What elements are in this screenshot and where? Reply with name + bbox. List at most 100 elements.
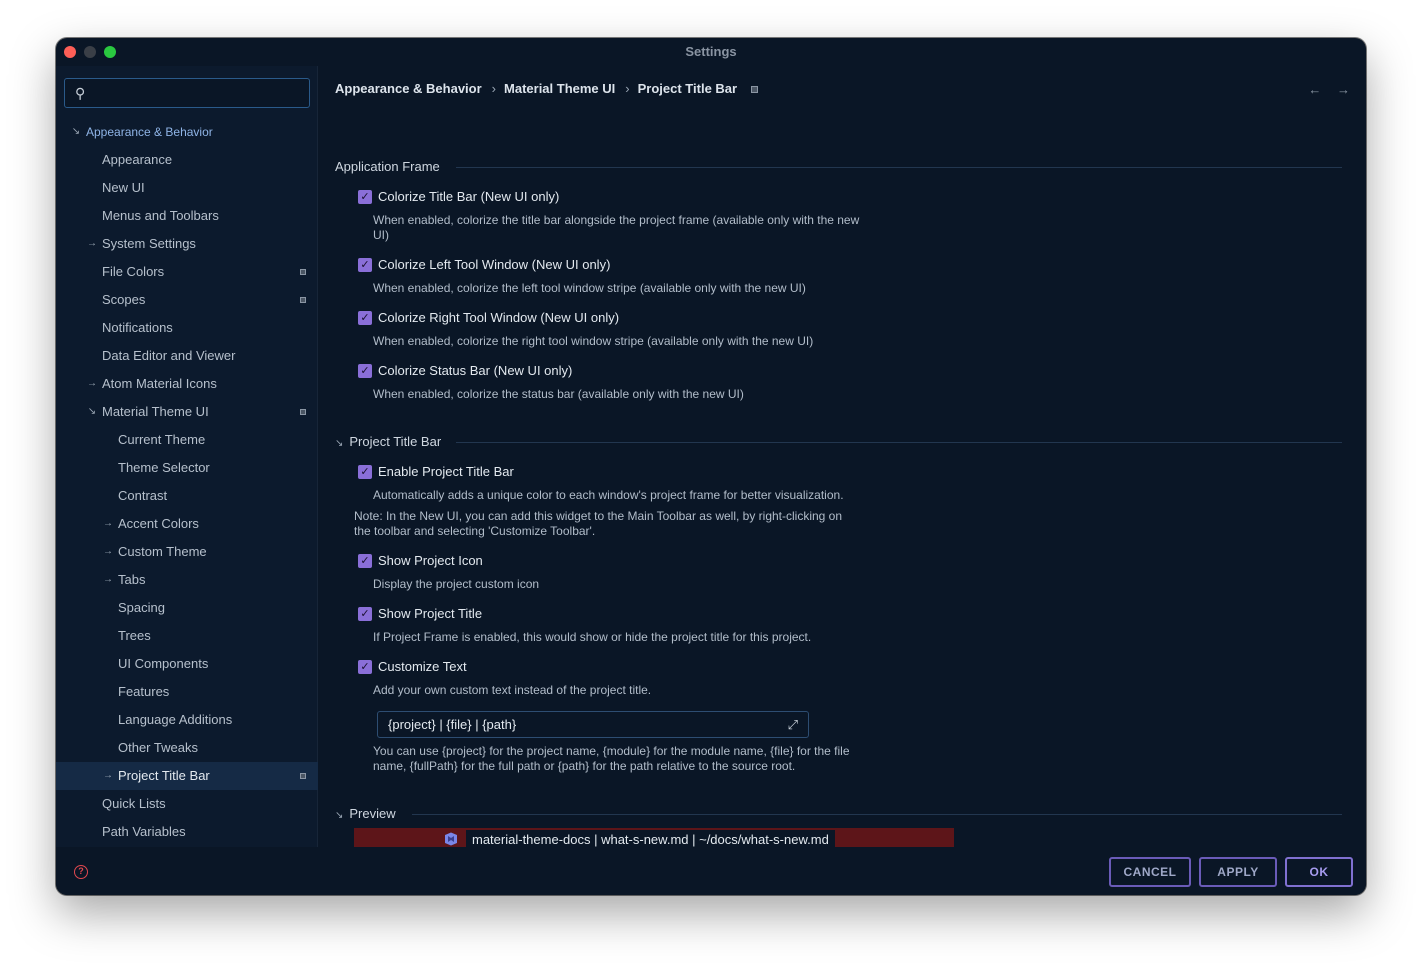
enable-project-title-bar-label[interactable]: Enable Project Title Bar bbox=[378, 464, 514, 479]
search-icon: ⚲ bbox=[75, 85, 86, 101]
sidebar-item-material-theme-ui[interactable]: ↘ Material Theme UI bbox=[56, 398, 318, 426]
breadcrumb-item: Project Title Bar bbox=[637, 81, 738, 96]
customize-text-desc: Add your own custom text instead of the … bbox=[373, 683, 652, 697]
cancel-button[interactable]: CANCEL bbox=[1109, 857, 1191, 887]
customize-text-label[interactable]: Customize Text bbox=[378, 659, 467, 674]
sidebar-item-label: System Settings bbox=[102, 236, 196, 251]
sidebar-item-accent-colors[interactable]: → Accent Colors bbox=[56, 510, 318, 538]
custom-text-field[interactable]: {project} | {file} | {path} ⤢ bbox=[377, 711, 809, 738]
project-level-icon bbox=[300, 773, 306, 779]
chevron-right-icon[interactable]: → bbox=[102, 510, 114, 538]
sidebar-item-label: Atom Material Icons bbox=[102, 376, 217, 391]
sidebar-item-label: Trees bbox=[118, 628, 151, 643]
sidebar-item-path-variables[interactable]: Path Variables bbox=[56, 818, 318, 846]
sidebar-item-contrast[interactable]: Contrast bbox=[56, 482, 318, 510]
sidebar-item-appearance-behavior[interactable]: ↘ Appearance & Behavior bbox=[56, 118, 318, 146]
colorize-status-bar-label[interactable]: Colorize Status Bar (New UI only) bbox=[378, 363, 572, 378]
sidebar-item-language-additions[interactable]: Language Additions bbox=[56, 706, 318, 734]
colorize-left-tool-window-label[interactable]: Colorize Left Tool Window (New UI only) bbox=[378, 257, 610, 272]
sidebar-item-current-theme[interactable]: Current Theme bbox=[56, 426, 318, 454]
chevron-down-icon: ↘ bbox=[335, 438, 344, 449]
sidebar-item-new-ui[interactable]: New UI bbox=[56, 174, 318, 202]
back-arrow-icon[interactable]: ← bbox=[1308, 82, 1321, 97]
sidebar-item-menus-and-toolbars[interactable]: Menus and Toolbars bbox=[56, 202, 318, 230]
enable-project-title-bar-checkbox[interactable]: ✓ bbox=[358, 465, 372, 479]
section-divider bbox=[412, 814, 1342, 815]
chevron-down-icon[interactable]: ↘ bbox=[70, 118, 82, 146]
show-project-title-label[interactable]: Show Project Title bbox=[378, 606, 482, 621]
sidebar-item-label: File Colors bbox=[102, 264, 165, 279]
colorize-left-tool-window-checkbox[interactable]: ✓ bbox=[358, 258, 372, 272]
colorize-title-bar-checkbox[interactable]: ✓ bbox=[358, 190, 372, 204]
project-level-icon bbox=[300, 297, 306, 303]
sidebar-item-tabs[interactable]: → Tabs bbox=[56, 566, 318, 594]
sidebar-item-atom-material-icons[interactable]: → Atom Material Icons bbox=[56, 370, 318, 398]
ok-button[interactable]: OK bbox=[1285, 857, 1353, 887]
enable-project-title-bar-desc: Automatically adds a unique color to eac… bbox=[373, 488, 844, 502]
section-divider bbox=[456, 167, 1342, 168]
chevron-right-icon[interactable]: → bbox=[86, 370, 98, 398]
chevron-right-icon[interactable]: → bbox=[102, 566, 114, 594]
chevron-down-icon[interactable]: ↘ bbox=[86, 398, 98, 426]
sidebar-item-label: Notifications bbox=[102, 320, 173, 335]
section-preview[interactable]: ↘ Preview bbox=[335, 806, 396, 821]
show-project-icon-label[interactable]: Show Project Icon bbox=[378, 553, 483, 568]
sidebar-item-label: Data Editor and Viewer bbox=[102, 348, 236, 363]
show-project-icon-desc: Display the project custom icon bbox=[373, 577, 540, 591]
chevron-down-icon: ↘ bbox=[335, 810, 344, 821]
sidebar-item-label: Other Tweaks bbox=[118, 740, 198, 755]
question-icon[interactable]: ? bbox=[74, 865, 88, 879]
sidebar-item-features[interactable]: Features bbox=[56, 678, 318, 706]
sidebar-item-quick-lists[interactable]: Quick Lists bbox=[56, 790, 318, 818]
sidebar-item-scopes[interactable]: Scopes bbox=[56, 286, 318, 314]
search-input[interactable]: ⚲ bbox=[64, 78, 310, 108]
colorize-right-tool-window-label[interactable]: Colorize Right Tool Window (New UI only) bbox=[378, 310, 619, 325]
sidebar-item-custom-theme[interactable]: → Custom Theme bbox=[56, 538, 318, 566]
title-bar: Settings bbox=[56, 38, 1366, 66]
chevron-right-icon[interactable]: → bbox=[86, 230, 98, 258]
sidebar-item-notifications[interactable]: Notifications bbox=[56, 314, 318, 342]
sidebar-item-theme-selector[interactable]: Theme Selector bbox=[56, 454, 318, 482]
breadcrumb-item[interactable]: Material Theme UI bbox=[504, 81, 615, 96]
sidebar-item-label: Appearance bbox=[102, 152, 173, 167]
colorize-right-tool-window-checkbox[interactable]: ✓ bbox=[358, 311, 372, 325]
sidebar-item-system-settings[interactable]: → System Settings bbox=[56, 230, 318, 258]
colorize-title-bar-label[interactable]: Colorize Title Bar (New UI only) bbox=[378, 189, 559, 204]
forward-arrow-icon[interactable]: → bbox=[1337, 82, 1350, 97]
sidebar-item-label: Path Variables bbox=[102, 824, 186, 839]
colorize-status-bar-desc: When enabled, colorize the status bar (a… bbox=[373, 387, 744, 401]
expand-icon[interactable]: ⤢ bbox=[788, 712, 798, 737]
colorize-status-bar-checkbox[interactable]: ✓ bbox=[358, 364, 372, 378]
window-title: Settings bbox=[685, 44, 737, 59]
section-title: Project Title Bar bbox=[349, 434, 442, 449]
project-level-icon bbox=[300, 269, 306, 275]
sidebar-item-data-editor-and-viewer[interactable]: Data Editor and Viewer bbox=[56, 342, 318, 370]
colorize-left-tool-window-desc: When enabled, colorize the left tool win… bbox=[373, 281, 806, 295]
sidebar-item-label: Tabs bbox=[118, 572, 146, 587]
toolbar-note: Note: In the New UI, you can add this wi… bbox=[354, 509, 843, 538]
breadcrumb-item[interactable]: Appearance & Behavior bbox=[335, 81, 482, 96]
chevron-right-icon: › bbox=[491, 81, 497, 96]
sidebar-item-ui-components[interactable]: UI Components bbox=[56, 650, 318, 678]
sidebar-item-label: Accent Colors bbox=[118, 516, 199, 531]
colorize-title-bar-desc: When enabled, colorize the title bar alo… bbox=[373, 213, 860, 242]
sidebar-item-spacing[interactable]: Spacing bbox=[56, 594, 318, 622]
chevron-right-icon[interactable]: → bbox=[102, 538, 114, 566]
sidebar-item-label: New UI bbox=[102, 180, 145, 195]
sidebar-item-label: Features bbox=[118, 684, 170, 699]
customize-text-checkbox[interactable]: ✓ bbox=[358, 660, 372, 674]
chevron-right-icon[interactable]: → bbox=[102, 762, 114, 790]
sidebar-item-file-colors[interactable]: File Colors bbox=[56, 258, 318, 286]
section-project-title-bar[interactable]: ↘ Project Title Bar bbox=[335, 434, 441, 449]
show-project-title-checkbox[interactable]: ✓ bbox=[358, 607, 372, 621]
sidebar-item-other-tweaks[interactable]: Other Tweaks bbox=[56, 734, 318, 762]
show-project-icon-checkbox[interactable]: ✓ bbox=[358, 554, 372, 568]
sidebar-item-project-title-bar[interactable]: → Project Title Bar bbox=[56, 762, 318, 790]
settings-sidebar: ⚲ ↘ Appearance & Behavior Appearance New UI… bbox=[56, 66, 318, 847]
apply-button[interactable]: APPLY bbox=[1199, 857, 1277, 887]
project-logo-icon bbox=[445, 832, 457, 846]
settings-content: Appearance & Behavior › Material Theme UI ›… bbox=[319, 66, 1366, 881]
sidebar-item-appearance[interactable]: Appearance bbox=[56, 146, 318, 174]
breadcrumb: Appearance & Behavior › Material Theme UI ›… bbox=[335, 81, 764, 96]
sidebar-item-trees[interactable]: Trees bbox=[56, 622, 318, 650]
